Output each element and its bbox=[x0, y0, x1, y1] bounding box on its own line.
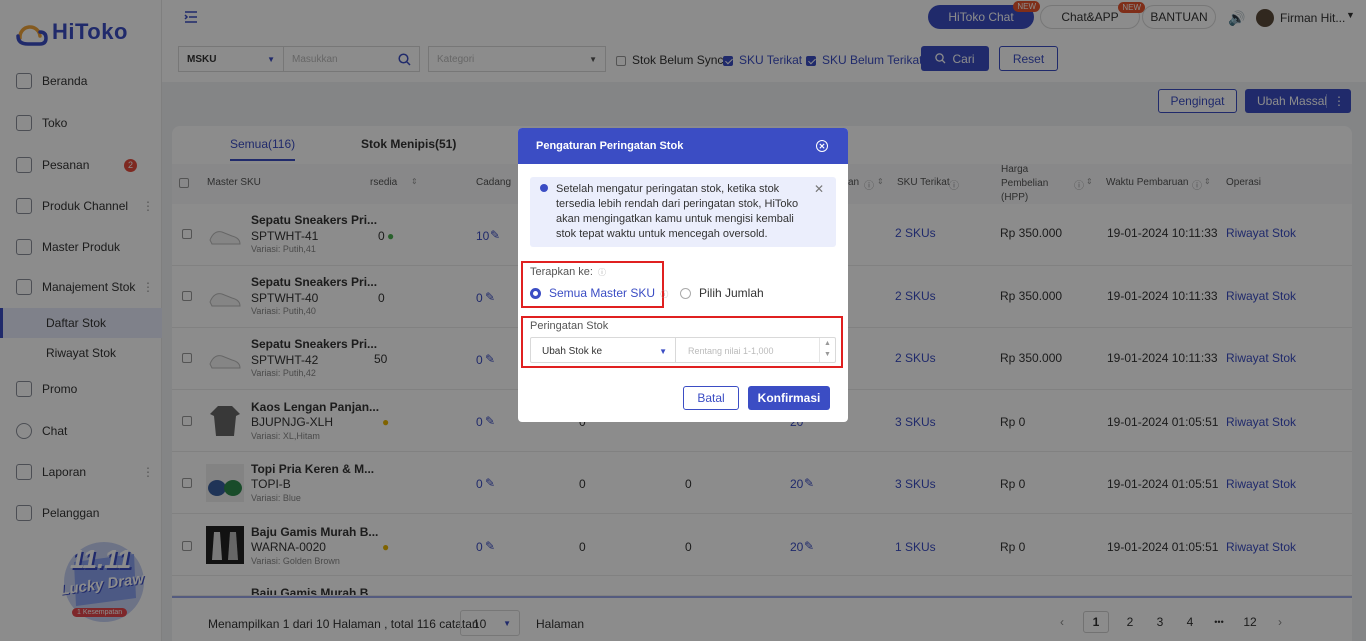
radio-icon bbox=[680, 288, 691, 300]
stock-warning-label: Peringatan Stok bbox=[530, 320, 609, 332]
dialog-header: Pengaturan Peringatan Stok ✕ bbox=[518, 128, 848, 164]
info-icon: ⓘ bbox=[660, 290, 669, 299]
close-icon[interactable]: ✕ bbox=[814, 182, 824, 197]
chevron-down-icon: ▼ bbox=[659, 347, 667, 356]
radio-select-quantity[interactable]: Pilih Jumlah bbox=[680, 286, 764, 300]
apply-to-label: Terapkan ke: ⓘ bbox=[530, 266, 606, 278]
info-icon bbox=[540, 184, 548, 192]
radio-label: Semua Master SKU bbox=[549, 286, 656, 300]
stock-warning-dialog: Pengaturan Peringatan Stok ✕ Setelah men… bbox=[518, 128, 848, 422]
radio-label: Pilih Jumlah bbox=[699, 286, 764, 300]
info-banner: Setelah mengatur peringatan stok, ketika… bbox=[530, 177, 836, 247]
threshold-placeholder: Rentang nilai 1-1,000 bbox=[688, 346, 774, 356]
stock-threshold-input[interactable]: Rentang nilai 1-1,000 ▲ ▼ bbox=[675, 337, 836, 363]
confirm-button[interactable]: Konfirmasi bbox=[748, 386, 830, 410]
cancel-button[interactable]: Batal bbox=[683, 386, 739, 410]
close-icon[interactable]: ✕ bbox=[816, 140, 828, 152]
stock-mode-value: Ubah Stok ke bbox=[542, 346, 603, 357]
stock-mode-select[interactable]: Ubah Stok ke ▼ bbox=[530, 337, 676, 363]
info-text: Setelah mengatur peringatan stok, ketika… bbox=[556, 183, 799, 240]
radio-icon bbox=[530, 288, 541, 300]
dialog-title: Pengaturan Peringatan Stok bbox=[536, 140, 684, 152]
info-icon: ⓘ bbox=[598, 268, 607, 277]
stepper-icon[interactable]: ▲ ▼ bbox=[819, 338, 835, 362]
radio-all-master-sku[interactable]: Semua Master SKU ⓘ bbox=[530, 286, 668, 300]
apply-to-text: Terapkan ke: bbox=[530, 266, 593, 278]
